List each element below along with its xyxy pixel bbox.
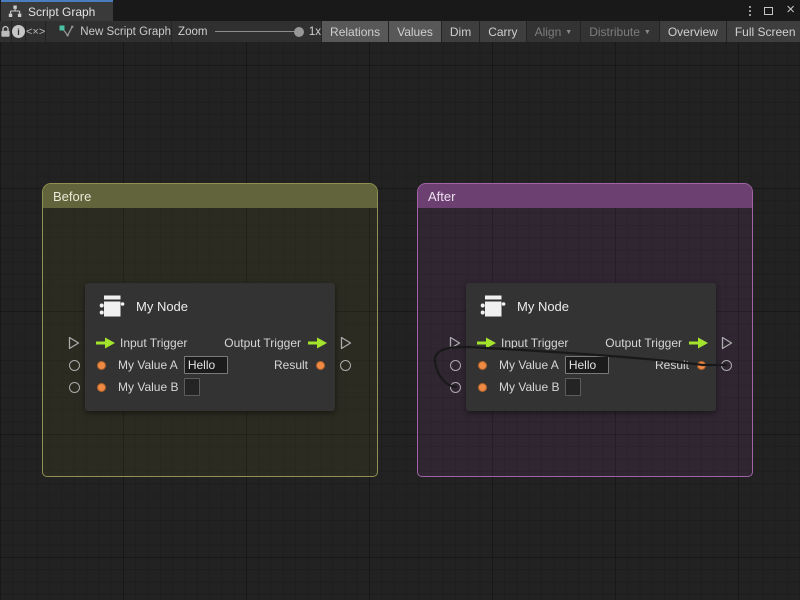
value-b-label: My Value B <box>499 380 559 394</box>
outer-flow-output-port[interactable] <box>340 336 352 355</box>
outer-result-port[interactable] <box>721 360 732 371</box>
node-my-node-after[interactable]: My Node Input Trigger Output Trigger <box>466 283 716 411</box>
outer-flow-input-port[interactable] <box>68 336 80 355</box>
info-button[interactable]: i <box>12 21 26 42</box>
output-trigger-label: Output Trigger <box>224 336 301 350</box>
group-label: After <box>428 189 455 204</box>
value-a-label: My Value A <box>499 358 559 372</box>
relations-button[interactable]: Relations <box>322 21 389 42</box>
graph-title-area: New Script Graph <box>46 21 172 42</box>
result-port[interactable] <box>697 361 706 370</box>
value-b-row: My Value B <box>85 376 335 398</box>
flow-input-icon[interactable] <box>95 337 116 349</box>
node-title: My Node <box>136 299 188 314</box>
tab-bar: Script Graph × <box>0 0 800 21</box>
flow-input-icon[interactable] <box>476 337 497 349</box>
output-trigger-label: Output Trigger <box>605 336 682 350</box>
result-label: Result <box>274 358 308 372</box>
result-label: Result <box>655 358 689 372</box>
unit-icon <box>478 291 508 321</box>
outer-flow-input-port[interactable] <box>449 336 461 355</box>
value-b-input[interactable] <box>184 378 200 396</box>
node-header: My Node <box>85 283 335 329</box>
zoom-label: Zoom <box>178 26 207 38</box>
chevron-down-icon: ▼ <box>644 29 651 36</box>
node-title: My Node <box>517 299 569 314</box>
lock-icon <box>0 25 11 38</box>
window-menu-icon[interactable] <box>749 6 751 16</box>
flow-output-icon[interactable] <box>688 337 709 349</box>
unit-icon <box>97 291 127 321</box>
result-port[interactable] <box>316 361 325 370</box>
outer-value-b-port[interactable] <box>69 382 80 393</box>
zoom-slider-track[interactable] <box>215 31 300 32</box>
distribute-button[interactable]: Distribute ▼ <box>581 21 660 42</box>
value-a-port[interactable] <box>478 361 487 370</box>
maximize-icon[interactable] <box>764 7 773 15</box>
node-header: My Node <box>466 283 716 329</box>
lock-button[interactable] <box>0 21 12 42</box>
flow-output-icon[interactable] <box>307 337 328 349</box>
outer-result-port[interactable] <box>340 360 351 371</box>
value-b-port[interactable] <box>478 383 487 392</box>
group-before-header[interactable]: Before <box>43 184 377 208</box>
tab-label: Script Graph <box>28 5 95 19</box>
value-b-label: My Value B <box>118 380 178 394</box>
code-preview-button[interactable]: <×> <box>26 21 46 42</box>
graph-name-label: New Script Graph <box>80 26 171 38</box>
value-a-row: My Value A Result <box>85 354 335 376</box>
window-controls: × <box>749 0 795 21</box>
outer-value-a-port[interactable] <box>450 360 461 371</box>
group-after-header[interactable]: After <box>418 184 752 208</box>
value-a-row: My Value A Result <box>466 354 716 376</box>
close-icon[interactable]: × <box>786 2 795 17</box>
outer-flow-output-port[interactable] <box>721 336 733 355</box>
graph-hierarchy-icon <box>8 5 22 18</box>
zoom-value: 1x <box>309 26 321 38</box>
node-my-node-before[interactable]: My Node Input Trigger Output Trigger <box>85 283 335 411</box>
chevron-down-icon: ▼ <box>565 29 572 36</box>
value-b-port[interactable] <box>97 383 106 392</box>
dim-button[interactable]: Dim <box>442 21 480 42</box>
graph-canvas[interactable]: Before After My Nod <box>0 42 800 600</box>
tab-script-graph[interactable]: Script Graph <box>1 0 113 21</box>
zoom-slider-handle[interactable] <box>294 27 304 37</box>
input-trigger-label: Input Trigger <box>120 336 187 350</box>
fullscreen-button[interactable]: Full Screen <box>727 21 800 42</box>
value-a-input[interactable] <box>184 356 228 374</box>
trigger-row: Input Trigger Output Trigger <box>85 332 335 354</box>
script-graph-window: Script Graph × i <×> <box>0 0 800 600</box>
group-label: Before <box>53 189 91 204</box>
values-button[interactable]: Values <box>389 21 442 42</box>
value-a-label: My Value A <box>118 358 178 372</box>
outer-value-b-port[interactable] <box>450 382 461 393</box>
code-icon: <×> <box>26 26 45 38</box>
carry-button[interactable]: Carry <box>480 21 526 42</box>
overview-button[interactable]: Overview <box>660 21 727 42</box>
input-trigger-label: Input Trigger <box>501 336 568 350</box>
zoom-control: Zoom 1x <box>172 21 322 42</box>
outer-value-a-port[interactable] <box>69 360 80 371</box>
align-button[interactable]: Align ▼ <box>527 21 582 42</box>
graph-toolbar: i <×> New Script Graph Zoom 1x <box>0 21 800 43</box>
value-a-port[interactable] <box>97 361 106 370</box>
trigger-row: Input Trigger Output Trigger <box>466 332 716 354</box>
graph-node-icon <box>59 25 74 38</box>
info-icon: i <box>12 25 25 38</box>
value-b-input[interactable] <box>565 378 581 396</box>
value-a-input[interactable] <box>565 356 609 374</box>
value-b-row: My Value B <box>466 376 716 398</box>
